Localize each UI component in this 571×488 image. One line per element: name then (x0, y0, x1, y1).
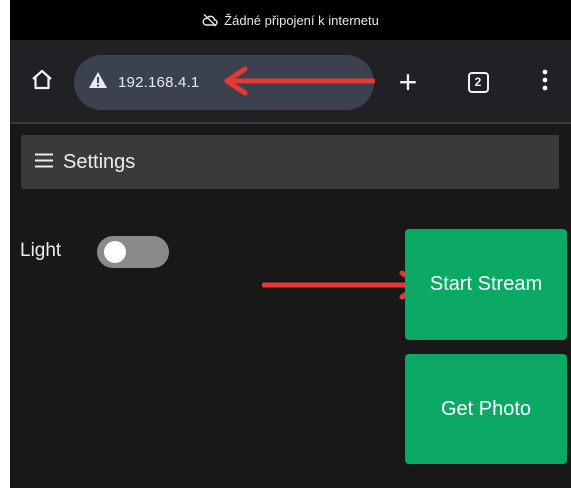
url-annotation-arrow (224, 66, 375, 96)
phone-screen: Žádné připojení k internetu 192.168.4.1 … (10, 0, 571, 488)
start-stream-button[interactable]: Start Stream (405, 229, 567, 340)
more-vertical-icon (542, 68, 548, 97)
new-tab-button[interactable]: + (388, 62, 428, 102)
settings-label: Settings (63, 150, 136, 173)
cloud-off-icon (202, 13, 218, 27)
url-text[interactable]: 192.168.4.1 (118, 74, 199, 91)
toolbar-divider (10, 122, 571, 124)
warning-triangle-icon[interactable] (88, 71, 108, 94)
light-toggle-switch[interactable] (97, 236, 169, 268)
home-icon (30, 68, 54, 97)
tab-switcher-button[interactable]: 2 (458, 62, 498, 102)
tab-count-badge: 2 (467, 71, 489, 93)
light-toggle-knob (104, 241, 126, 263)
status-bar: Žádné připojení k internetu (10, 0, 571, 40)
status-text: Žádné připojení k internetu (224, 12, 379, 28)
home-button[interactable] (22, 62, 62, 102)
browser-menu-button[interactable] (525, 62, 565, 102)
hamburger-icon (35, 152, 53, 172)
get-photo-button[interactable]: Get Photo (405, 354, 567, 464)
light-label: Light (20, 240, 62, 261)
settings-menu-bar[interactable]: Settings (21, 135, 559, 189)
